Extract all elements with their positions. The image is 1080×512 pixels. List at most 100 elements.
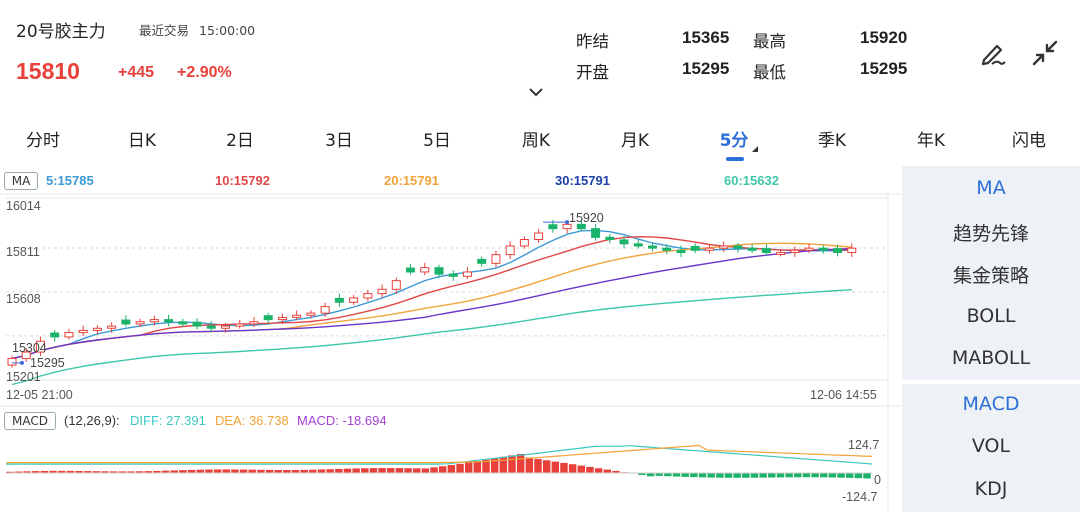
macd-chip[interactable]: MACD [4, 412, 56, 430]
candle-body [804, 247, 814, 251]
tab-season-k[interactable]: 季K [818, 126, 846, 151]
macd-bar [820, 473, 828, 478]
macd-bar [430, 467, 438, 473]
macd-bar [516, 453, 525, 473]
instrument-title: 20号胶主力 [16, 22, 106, 42]
active-tab-indicator [726, 157, 744, 161]
tab-month-k[interactable]: 月K [621, 126, 649, 151]
macd-bar [464, 462, 473, 473]
ma30-value: 30:15791 [555, 173, 610, 188]
tab-dropdown-caret-icon[interactable] [752, 146, 758, 152]
macd-bar [326, 469, 334, 473]
kline-chart[interactable] [0, 166, 900, 512]
high-marker-label: 15920 [569, 211, 604, 225]
candle-body [391, 280, 401, 290]
macd-histogram [6, 453, 872, 479]
candle-body [192, 321, 202, 327]
macd-bar [681, 473, 689, 477]
indicator-vol[interactable]: VOL [902, 435, 1080, 457]
candle-body [164, 319, 174, 323]
macd-diff-line [6, 445, 873, 465]
candle-body [591, 228, 601, 238]
ma-chip[interactable]: MA [4, 172, 38, 190]
macd-y-zero: 0 [874, 473, 881, 487]
macd-bar [222, 469, 230, 473]
candle-body [790, 249, 800, 253]
macd-bar [594, 468, 603, 473]
y-label-bottom: 15201 [6, 370, 41, 384]
candle-body [619, 239, 629, 245]
macd-bar [231, 469, 239, 473]
ma30-line [11, 247, 852, 360]
tab-week-k[interactable]: 周K [522, 126, 550, 151]
indicator-boll[interactable]: BOLL [902, 305, 1080, 327]
macd-bar [698, 473, 707, 478]
collapse-icon[interactable] [1030, 38, 1060, 68]
macd-bar [828, 473, 837, 478]
tab-lightning[interactable]: 闪电 [1012, 126, 1046, 151]
tab-day-k[interactable]: 日K [128, 126, 156, 151]
indicator-fund-strategy[interactable]: 集金策略 [902, 261, 1080, 288]
tab-3-day[interactable]: 3日 [325, 126, 353, 151]
candle-body [833, 248, 843, 253]
macd-bar [395, 468, 404, 473]
tab-fenshi[interactable]: 分时 [26, 126, 60, 151]
macd-bar [785, 473, 793, 478]
macd-bar [508, 455, 516, 473]
macd-bar [802, 473, 811, 478]
candle-body [534, 232, 544, 241]
indicator-ma[interactable]: MA [902, 177, 1080, 199]
macd-bar [317, 469, 326, 473]
stat-label-prev-settle: 昨结 [576, 32, 609, 51]
macd-bar [456, 463, 464, 473]
tab-2-day[interactable]: 2日 [226, 126, 254, 151]
indicator-kdj[interactable]: KDJ [902, 478, 1080, 500]
candle-body [633, 243, 643, 247]
recent-label: 最近交易 [139, 23, 190, 38]
macd-bar [335, 468, 343, 473]
candle-body [761, 248, 771, 253]
indicator-macd[interactable]: MACD [902, 393, 1080, 415]
ma60-value: 60:15632 [724, 173, 779, 188]
indicator-trend-pioneer[interactable]: 趋势先锋 [902, 219, 1080, 246]
candle-body [92, 327, 102, 331]
expand-chevron-icon[interactable] [528, 87, 544, 97]
macd-bar [421, 468, 430, 473]
stat-value-prev-settle: 15365 [682, 28, 730, 47]
macd-bar [205, 469, 213, 473]
candle-body [306, 312, 316, 316]
macd-bar [586, 466, 594, 473]
macd-bar [577, 465, 586, 473]
macd-bar [690, 473, 698, 478]
macd-bar [387, 468, 395, 473]
stat-label-high: 最高 [753, 32, 786, 51]
candle-body [349, 297, 359, 303]
y-label-mid-high: 15811 [6, 245, 40, 259]
tab-5-day[interactable]: 5日 [423, 126, 451, 151]
price-change-pct: +2.90% [177, 64, 232, 81]
macd-bar [196, 469, 204, 473]
macd-bar [447, 465, 456, 473]
tab-5-min[interactable]: 5分 [720, 126, 749, 151]
candle-body [320, 306, 330, 314]
macd-bar [473, 461, 482, 473]
tab-year-k[interactable]: 年K [917, 126, 945, 151]
draw-pen-icon[interactable] [978, 38, 1008, 68]
indicator-maboll[interactable]: MABOLL [902, 347, 1080, 369]
macd-bar [716, 473, 724, 478]
macd-bar [499, 456, 508, 473]
ma-lines [11, 229, 852, 386]
ma5-line [11, 229, 852, 360]
low-marker-dot [20, 360, 24, 365]
macd-bar [733, 473, 741, 478]
candle-body [178, 321, 188, 325]
candle-body [491, 254, 501, 264]
candle-body [377, 288, 387, 295]
candle-body [334, 297, 344, 303]
candle-body [505, 245, 515, 256]
macd-bar [413, 468, 421, 473]
macd-bar [343, 468, 352, 473]
candle-body [420, 267, 430, 273]
time-axis-end: 12-06 14:55 [810, 388, 877, 402]
candle-body [363, 293, 373, 299]
